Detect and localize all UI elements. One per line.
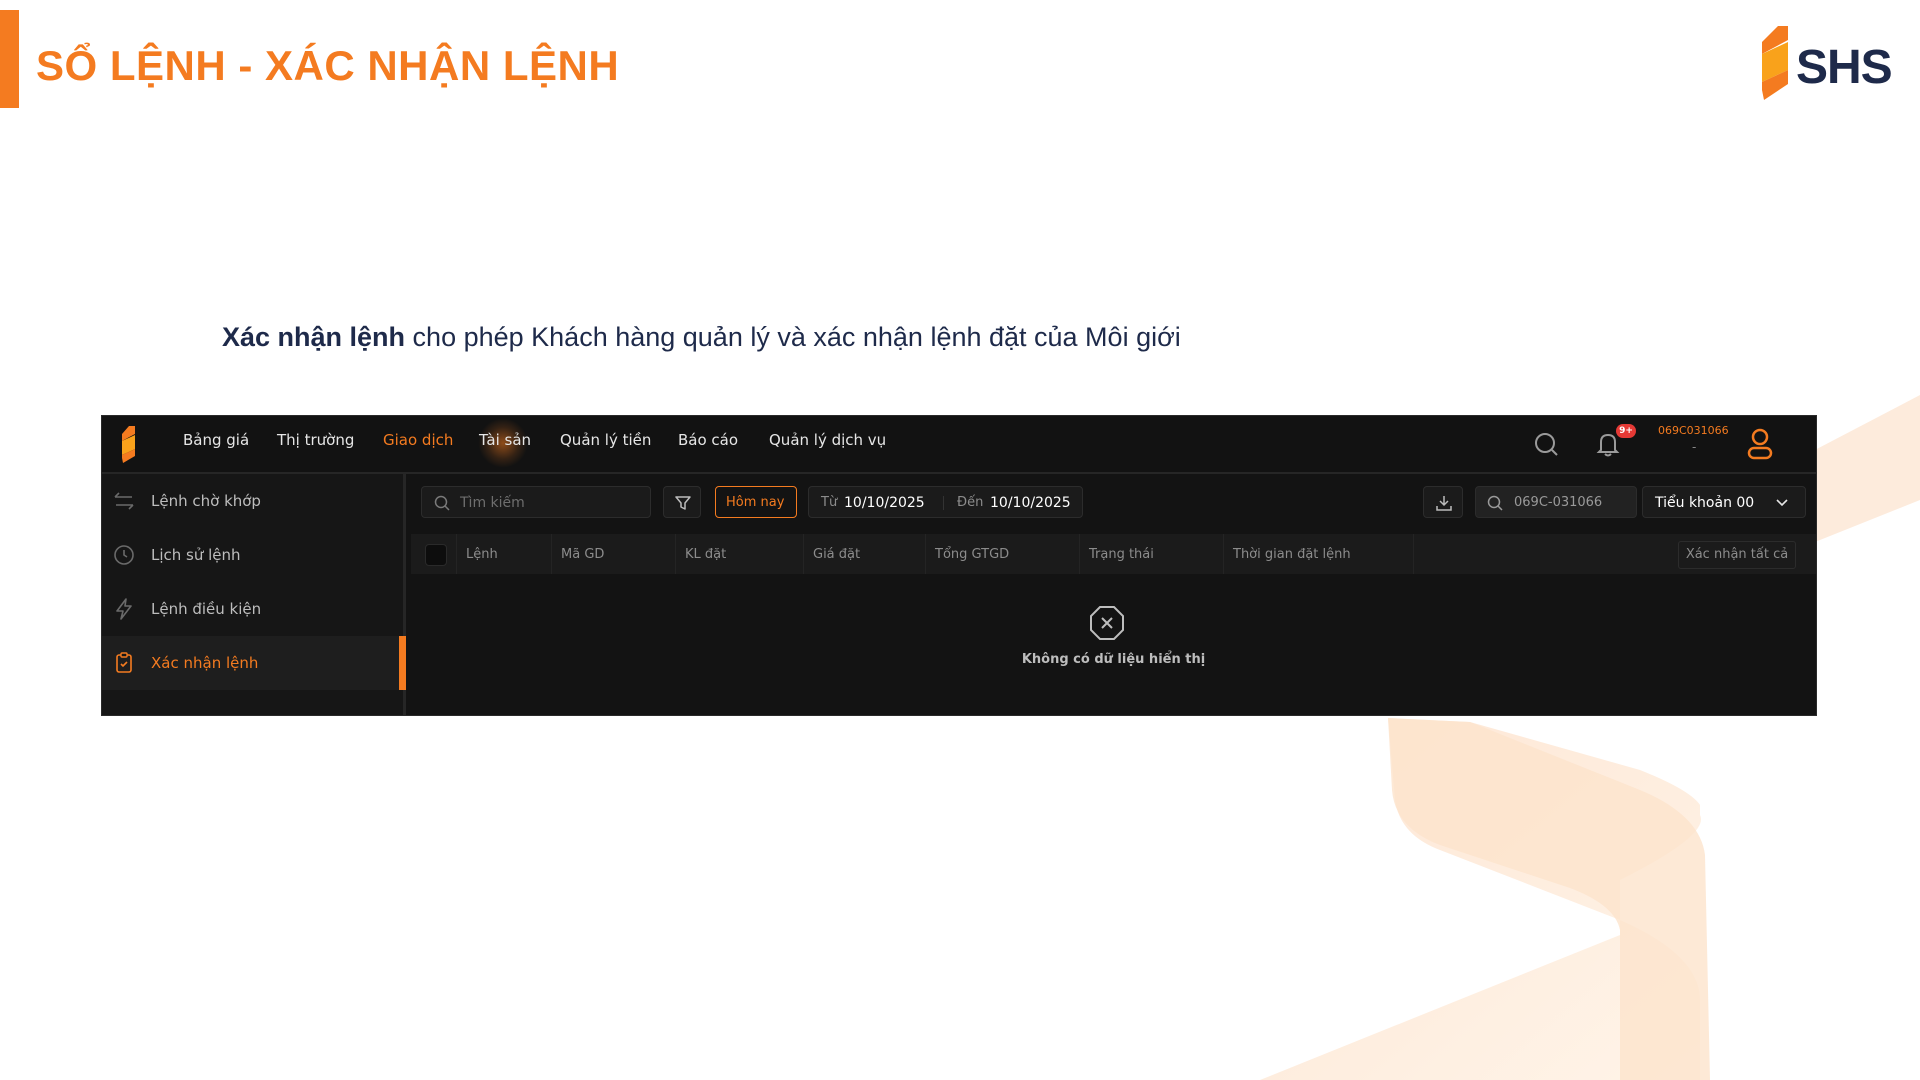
account-search-value: 069C-031066 xyxy=(1514,495,1603,510)
top-navigation: Bảng giá Thị trường Giao dịch Tài sản Qu… xyxy=(102,416,1816,474)
column-header-thoi-gian: Thời gian đặt lệnh xyxy=(1233,547,1351,562)
from-date[interactable]: 10/10/2025 xyxy=(844,495,925,511)
account-sub: - xyxy=(1692,440,1697,454)
user-icon[interactable] xyxy=(1740,424,1780,464)
shs-logo: SHS xyxy=(1756,26,1896,106)
to-label: Đến xyxy=(957,495,984,510)
sidebar-item-label: Xác nhận lệnh xyxy=(151,654,259,672)
empty-state-x-icon xyxy=(1090,606,1124,640)
app-logo-icon xyxy=(122,426,135,463)
filter-button[interactable] xyxy=(663,486,701,518)
sidebar-item-lenh-cho-khop[interactable]: Lệnh chờ khớp xyxy=(102,474,403,528)
app-screenshot: Bảng giá Thị trường Giao dịch Tài sản Qu… xyxy=(101,415,1817,716)
confirm-all-button[interactable]: Xác nhận tất cả xyxy=(1678,541,1796,569)
today-label: Hôm nay xyxy=(726,495,785,510)
subaccount-select[interactable]: Tiểu khoản 00 xyxy=(1642,486,1806,518)
account-search-input[interactable]: 069C-031066 xyxy=(1475,486,1637,518)
filter-icon xyxy=(675,496,691,510)
lightning-icon xyxy=(116,598,132,620)
sidebar-item-label: Lịch sử lệnh xyxy=(151,546,241,564)
slide-title: SỔ LỆNH - XÁC NHẬN LỆNH xyxy=(36,42,620,89)
notification-badge: 9+ xyxy=(1616,424,1636,438)
to-date[interactable]: 10/10/2025 xyxy=(990,495,1071,511)
nav-quan-ly-dich-vu[interactable]: Quản lý dịch vụ xyxy=(769,431,886,449)
nav-bao-cao[interactable]: Báo cáo xyxy=(678,431,738,449)
intro-text: Xác nhận lệnh cho phép Khách hàng quản l… xyxy=(222,322,1181,353)
active-indicator xyxy=(399,636,406,690)
today-button[interactable]: Hôm nay xyxy=(715,486,797,518)
chevron-down-icon xyxy=(1776,499,1788,507)
column-header-ma-gd: Mã GD xyxy=(561,547,605,562)
column-divider xyxy=(675,534,676,574)
shs-logo-text: SHS xyxy=(1796,41,1893,94)
date-range-picker[interactable]: Từ 10/10/2025 Đến 10/10/2025 xyxy=(808,486,1083,518)
column-divider xyxy=(1413,534,1414,574)
download-icon xyxy=(1436,496,1452,511)
nav-bang-gia[interactable]: Bảng giá xyxy=(183,431,249,449)
nav-giao-dich[interactable]: Giao dịch xyxy=(383,431,453,449)
table-header: Lệnh Mã GD KL đặt Giá đặt Tổng GTGD Trạn… xyxy=(411,534,1816,574)
column-header-lenh: Lệnh xyxy=(466,547,498,562)
select-all-checkbox[interactable] xyxy=(425,544,447,566)
clock-icon xyxy=(114,545,134,565)
clipboard-check-icon xyxy=(116,652,132,673)
subaccount-label: Tiểu khoản 00 xyxy=(1655,495,1755,511)
column-divider xyxy=(1223,534,1224,574)
sidebar-item-lenh-dieu-kien[interactable]: Lệnh điều kiện xyxy=(102,582,403,636)
search-icon[interactable] xyxy=(1526,424,1566,464)
column-header-trang-thai: Trạng thái xyxy=(1089,547,1154,562)
sidebar-item-label: Lệnh điều kiện xyxy=(151,600,262,618)
sidebar-item-xac-nhan-lenh[interactable]: Xác nhận lệnh xyxy=(102,636,406,690)
sidebar-item-label: Lệnh chờ khớp xyxy=(151,492,261,510)
column-divider xyxy=(1079,534,1080,574)
search-icon xyxy=(434,495,450,511)
column-header-tong-gtgd: Tổng GTGD xyxy=(935,547,1010,562)
column-divider xyxy=(456,534,457,574)
search-placeholder: Tìm kiếm xyxy=(460,495,525,511)
shs-logo-mark-icon xyxy=(1762,26,1788,100)
column-header-gia-dat: Giá đặt xyxy=(813,547,861,562)
search-icon xyxy=(1487,495,1503,511)
from-label: Từ xyxy=(821,495,838,510)
sidebar: Lệnh chờ khớp Lịch sử lệnh Lệnh điều kiệ… xyxy=(102,474,406,715)
nav-thi-truong[interactable]: Thị trường xyxy=(277,431,354,449)
sidebar-item-lich-su-lenh[interactable]: Lịch sử lệnh xyxy=(102,528,403,582)
download-button[interactable] xyxy=(1423,486,1463,518)
date-separator xyxy=(943,496,944,510)
intro-rest: cho phép Khách hàng quản lý và xác nhận … xyxy=(405,322,1181,352)
swap-arrows-icon xyxy=(114,492,134,510)
column-divider xyxy=(551,534,552,574)
account-code: 069C031066 xyxy=(1658,424,1729,437)
empty-state-message: Không có dữ liệu hiển thị xyxy=(1021,652,1206,667)
intro-bold: Xác nhận lệnh xyxy=(222,322,406,352)
title-accent-bar xyxy=(0,10,19,108)
column-divider xyxy=(925,534,926,574)
search-input[interactable]: Tìm kiếm xyxy=(421,486,651,518)
nav-quan-ly-tien[interactable]: Quản lý tiền xyxy=(560,431,651,449)
nav-tai-san[interactable]: Tài sản xyxy=(479,431,531,449)
column-divider xyxy=(803,534,804,574)
column-header-kl-dat: KL đặt xyxy=(685,547,727,562)
main-content: Tìm kiếm Hôm nay Từ 10/10/2025 Đến 10/10… xyxy=(409,474,1816,715)
